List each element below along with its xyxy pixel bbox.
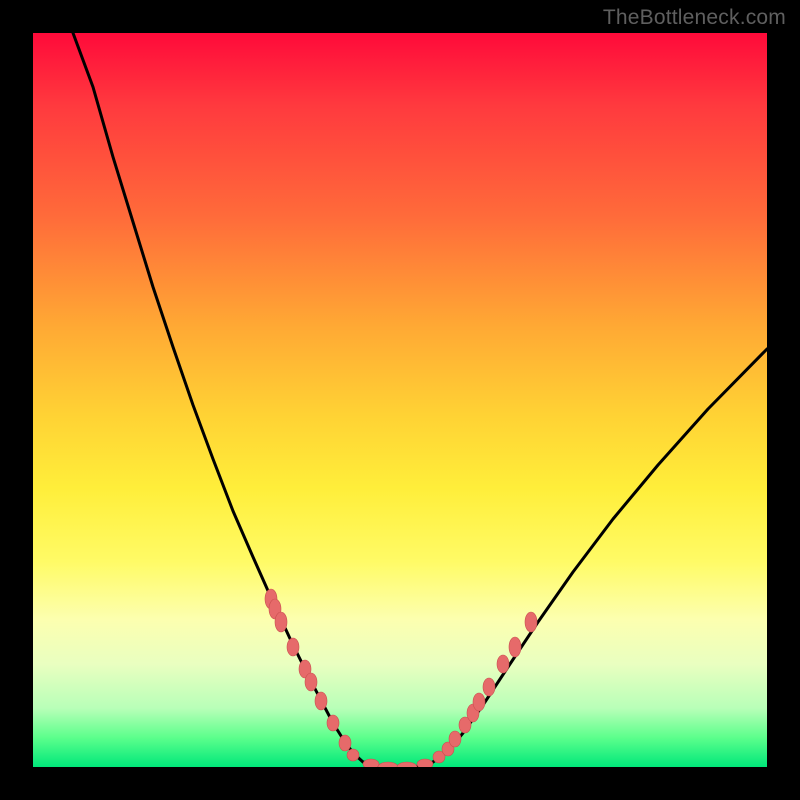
data-marker bbox=[497, 655, 509, 673]
bottleneck-curve-svg bbox=[33, 33, 767, 767]
chart-frame: TheBottleneck.com bbox=[0, 0, 800, 800]
data-marker bbox=[397, 762, 417, 767]
data-marker bbox=[327, 715, 339, 731]
data-marker bbox=[378, 762, 398, 767]
curve-lines bbox=[73, 33, 767, 767]
data-marker bbox=[305, 673, 317, 691]
plot-area bbox=[33, 33, 767, 767]
watermark-text: TheBottleneck.com bbox=[603, 6, 786, 30]
data-marker bbox=[473, 693, 485, 711]
data-marker bbox=[525, 612, 537, 632]
data-marker bbox=[339, 735, 351, 751]
data-marker bbox=[417, 759, 433, 767]
data-marker bbox=[347, 749, 359, 761]
data-marker bbox=[509, 637, 521, 657]
data-marker bbox=[287, 638, 299, 656]
curve-markers bbox=[265, 589, 537, 767]
data-marker bbox=[449, 731, 461, 747]
curve-left-curve bbox=[73, 33, 363, 762]
data-marker bbox=[363, 759, 379, 767]
data-marker bbox=[275, 612, 287, 632]
data-marker bbox=[315, 692, 327, 710]
data-marker bbox=[483, 678, 495, 696]
